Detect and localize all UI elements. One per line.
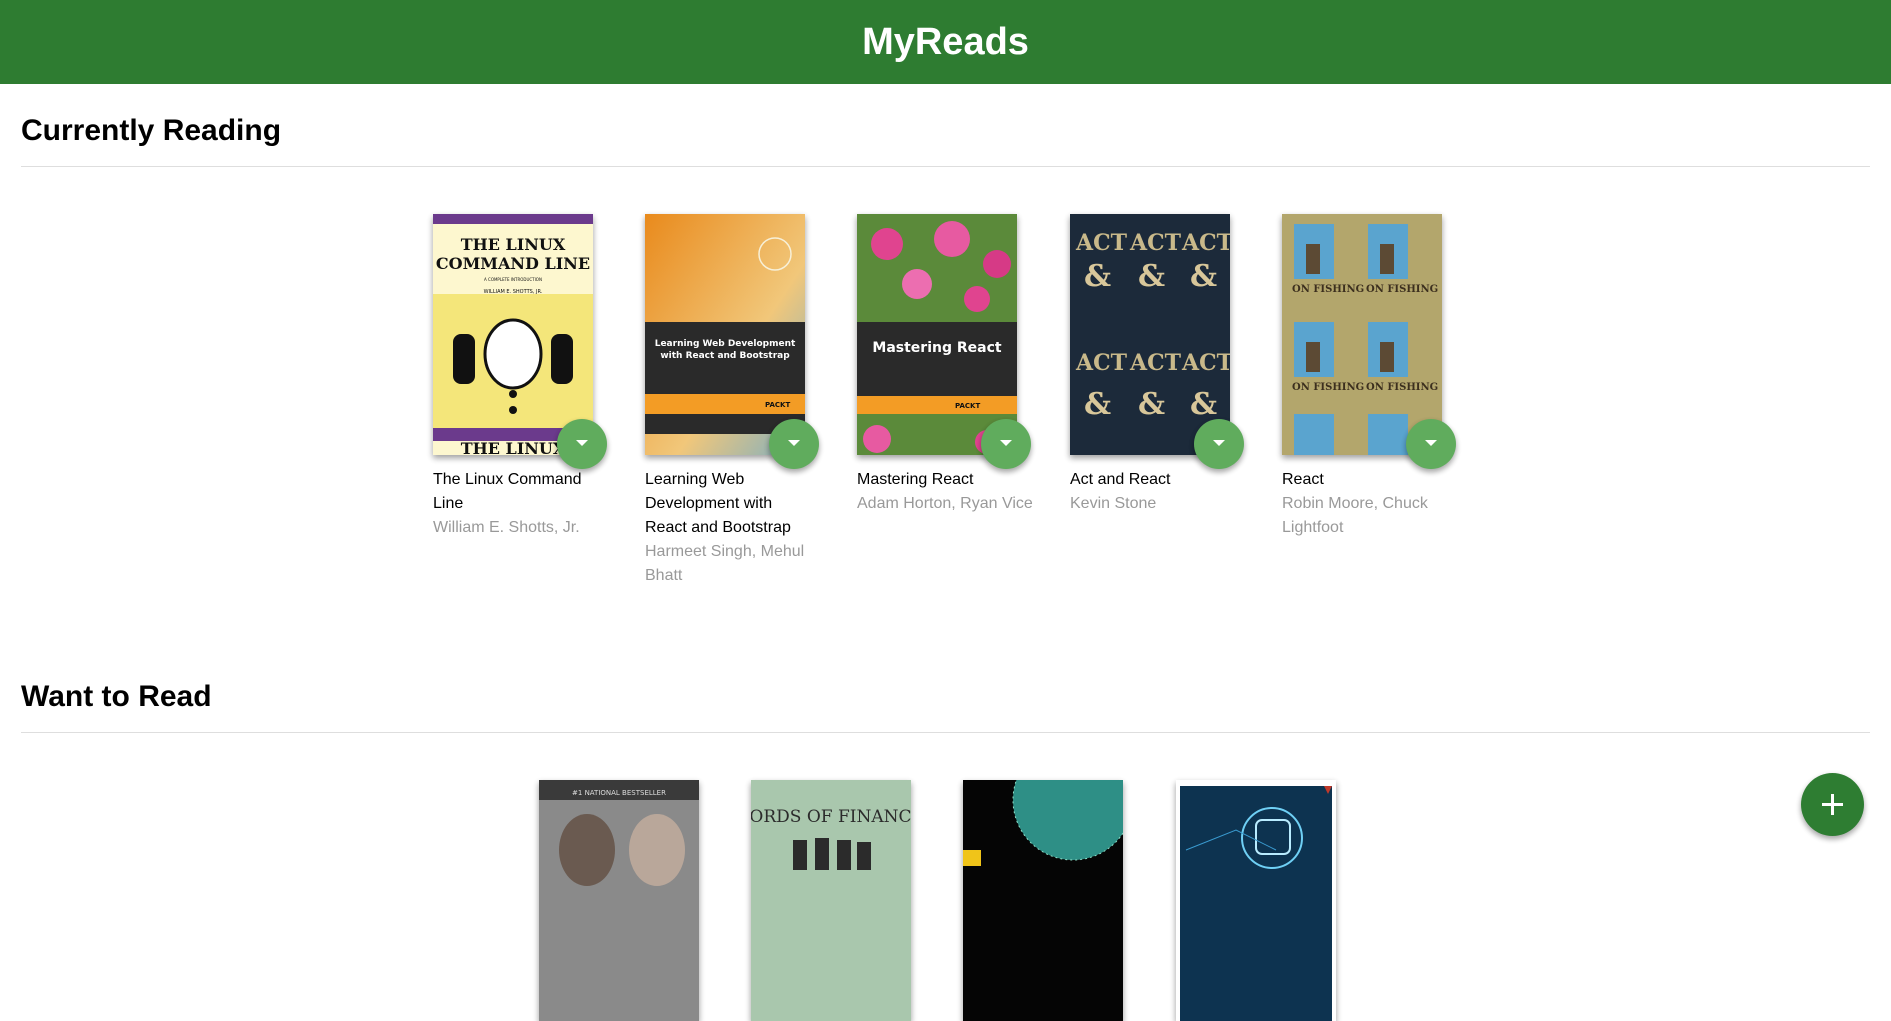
book-title: Mastering React: [857, 471, 974, 488]
book-cover[interactable]: ON FISHING ON FISHING ON FISHING ON FISH…: [1282, 214, 1442, 455]
shelf-changer-button[interactable]: [1406, 419, 1456, 469]
shelf-title: Currently Reading: [21, 114, 282, 147]
cover-pattern-text: &: [1138, 387, 1165, 422]
caret-down-icon: [1213, 440, 1225, 446]
cover-title: LORDS OF FINANCE: [751, 807, 911, 827]
cover-title-line1: THE LINUX: [461, 235, 566, 254]
app-header: MyReads: [0, 0, 1891, 84]
cover-pattern-text: ACT: [1075, 350, 1128, 376]
cover-pattern-text: &: [1138, 259, 1165, 294]
book-authors: William E. Shotts, Jr.: [433, 519, 580, 536]
book-title: The Linux Command Line: [433, 471, 582, 512]
cover-pattern-text: ON FISHING: [1366, 382, 1438, 393]
book-title: React: [1282, 471, 1324, 488]
shelf-changer-button[interactable]: [769, 419, 819, 469]
cover-pattern-text: ACT: [1181, 230, 1230, 256]
cover-pattern-text: &: [1084, 387, 1111, 422]
cover-title-line2: with React and Bootstrap: [660, 351, 790, 361]
cover-pattern-text: ACT: [1181, 350, 1230, 376]
book-authors: Adam Horton, Ryan Vice: [857, 495, 1033, 512]
plus-icon: [1831, 794, 1834, 815]
shelf-divider: [21, 732, 1870, 733]
shelf-title: Want to Read: [21, 680, 212, 713]
book-authors: Robin Moore, Chuck Lightfoot: [1282, 495, 1428, 536]
caret-down-icon: [576, 440, 588, 446]
cover-author: WILLIAM E. SHOTTS, JR.: [484, 289, 543, 295]
cover-title-line2: COMMAND LINE: [436, 254, 590, 273]
cover-pattern-text: ACT: [1075, 230, 1128, 256]
app-title: MyReads: [862, 20, 1029, 63]
cover-subtitle: A COMPLETE INTRODUCTION: [484, 277, 542, 282]
shelf-changer-button[interactable]: [1194, 419, 1244, 469]
shelf-changer-button[interactable]: [557, 419, 607, 469]
cover-title-line1: Learning Web Development: [655, 339, 796, 349]
cover-title-repeat: THE LINUX: [461, 439, 566, 455]
caret-down-icon: [788, 440, 800, 446]
cover-pattern-text: ON FISHING: [1292, 284, 1364, 295]
cover-tagline: #1 NATIONAL BESTSELLER: [572, 789, 666, 797]
cover-pattern-text: &: [1190, 259, 1217, 294]
cover-pattern-text: ACT: [1129, 230, 1182, 256]
book-cover[interactable]: #1 NATIONAL BESTSELLER: [539, 780, 699, 1021]
caret-down-icon: [1425, 440, 1437, 446]
shelf-want-to-read: Want to Read: [21, 650, 1870, 865]
cover-pattern-text: ON FISHING: [1366, 284, 1438, 295]
book-cover[interactable]: [1176, 780, 1336, 1021]
book-cover[interactable]: LORDS OF FINANCE: [751, 780, 911, 1021]
cover-pattern-text: &: [1190, 387, 1217, 422]
add-book-button[interactable]: [1801, 773, 1864, 836]
book-title: Act and React: [1070, 471, 1171, 488]
cover-pattern-text: ACT: [1129, 350, 1182, 376]
cover-publisher: PACKT: [765, 401, 790, 409]
book-authors: Harmeet Singh, Mehul Bhatt: [645, 543, 805, 584]
book-authors: Kevin Stone: [1070, 495, 1157, 512]
book-cover[interactable]: ACT ACT ACT & & & ACT ACT ACT & & &: [1070, 214, 1230, 455]
cover-title: Mastering React: [872, 340, 1001, 356]
book-cover[interactable]: Learning Web Development with React and …: [645, 214, 805, 455]
shelf-changer-button[interactable]: [981, 419, 1031, 469]
caret-down-icon: [1000, 440, 1012, 446]
book-cover[interactable]: THE LINUX COMMAND LINE A COMPLETE INTROD…: [433, 214, 593, 455]
book-title: Learning Web Development with React and …: [645, 471, 791, 536]
cover-pattern-text: &: [1084, 259, 1111, 294]
cover-publisher: PACKT: [955, 402, 980, 410]
cover-pattern-text: ON FISHING: [1292, 382, 1364, 393]
book-cover[interactable]: Mastering React PACKT: [857, 214, 1017, 455]
shelf-divider: [21, 166, 1870, 167]
book-cover[interactable]: [963, 780, 1123, 1021]
